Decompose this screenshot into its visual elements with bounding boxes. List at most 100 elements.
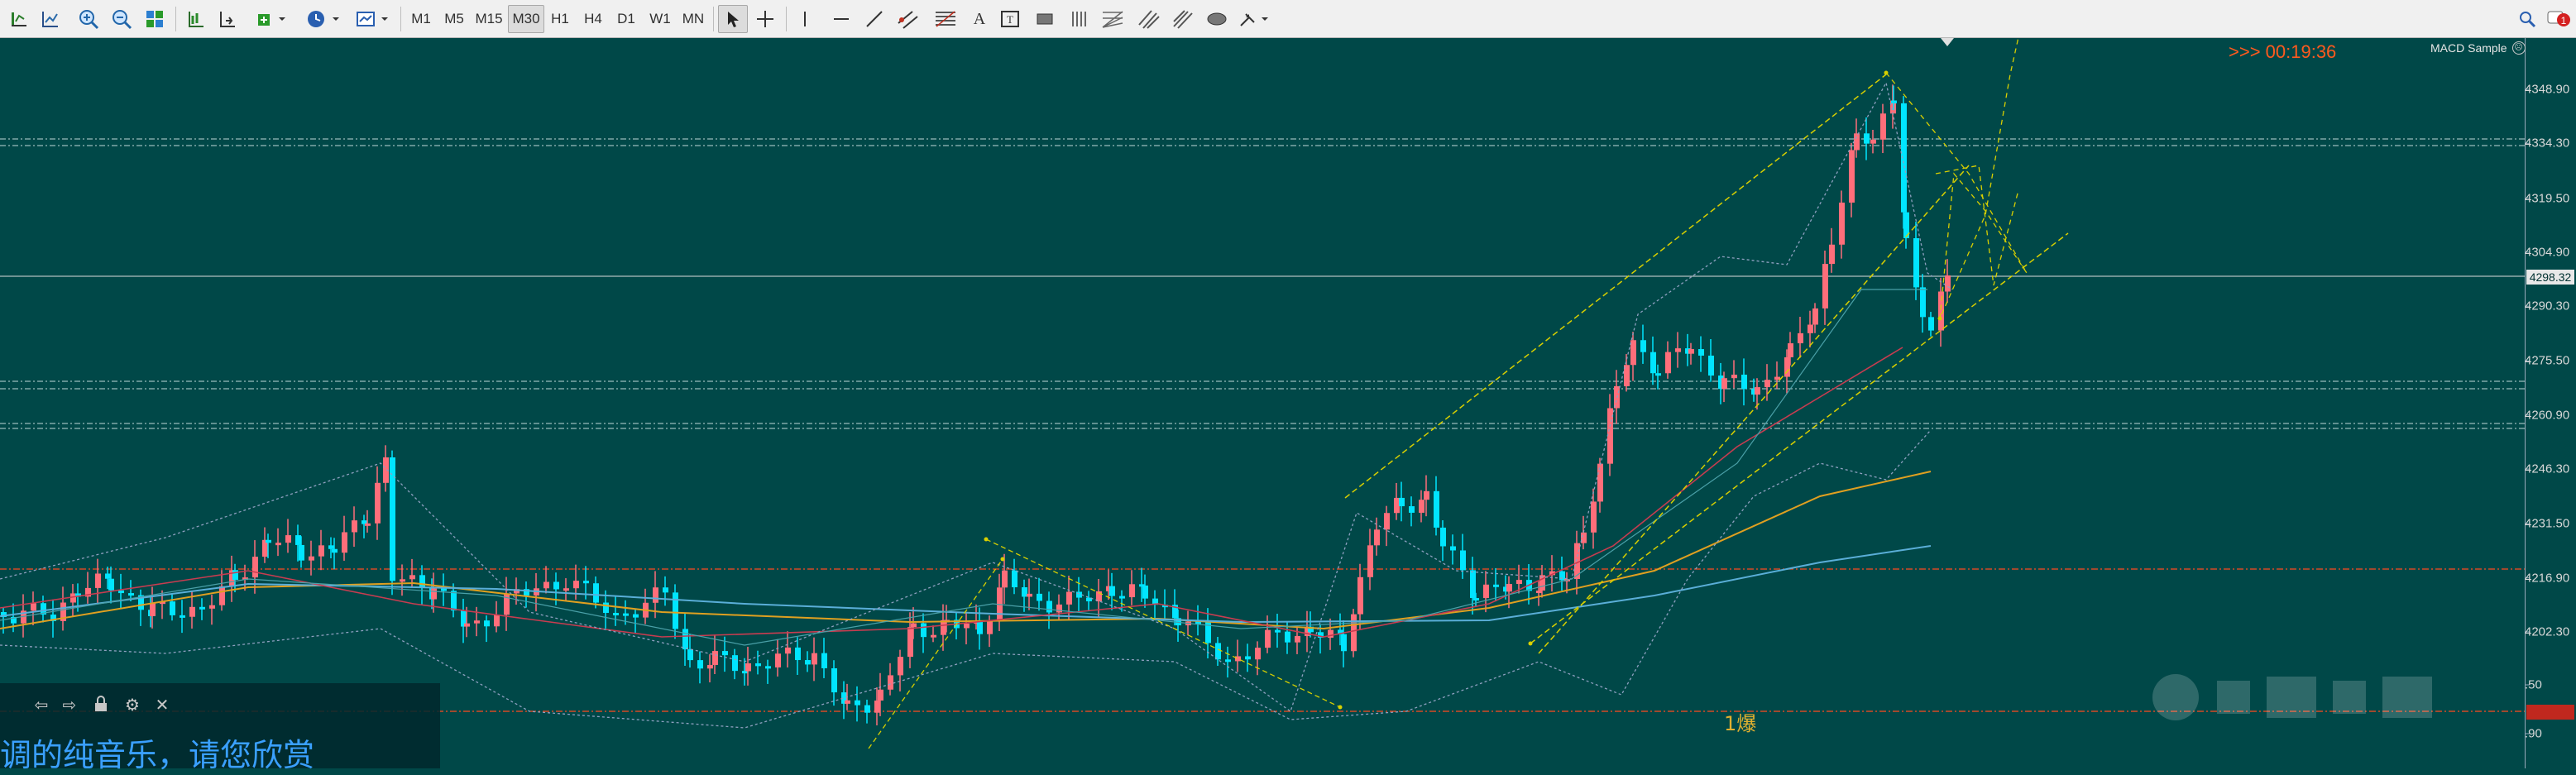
candle-body bbox=[765, 666, 771, 669]
candle-body bbox=[484, 620, 490, 627]
tile-windows-icon[interactable] bbox=[141, 5, 169, 33]
candle-body bbox=[1665, 352, 1671, 374]
fibonacci-fan-icon[interactable] bbox=[1097, 5, 1128, 33]
fibonacci-retracement-icon[interactable] bbox=[930, 5, 961, 33]
candle-body bbox=[318, 545, 324, 557]
ellipse-icon[interactable] bbox=[1203, 5, 1231, 33]
indicators-dropdown[interactable] bbox=[253, 5, 291, 33]
expert-advisor-label[interactable]: MACD Sample ☹ bbox=[2430, 41, 2526, 55]
templates-dropdown[interactable] bbox=[352, 5, 394, 33]
new-chart-icon[interactable] bbox=[5, 5, 33, 33]
candle-body bbox=[795, 647, 801, 661]
trendline-icon[interactable] bbox=[860, 5, 888, 33]
vertical-line-icon[interactable] bbox=[792, 5, 817, 33]
price-label: 4290.30 bbox=[2525, 299, 2570, 313]
candle-body bbox=[1630, 340, 1636, 366]
candle-body bbox=[663, 587, 668, 593]
candle-body bbox=[1012, 570, 1017, 588]
pattern-point bbox=[1528, 641, 1533, 646]
timeframe-m30[interactable]: M30 bbox=[508, 5, 544, 33]
timeframe-h1[interactable]: H1 bbox=[546, 5, 574, 33]
candle-body bbox=[1357, 576, 1363, 615]
candle-body bbox=[451, 591, 457, 611]
candle-body bbox=[785, 647, 791, 654]
candle-body bbox=[252, 557, 258, 578]
search-icon[interactable] bbox=[2515, 5, 2540, 33]
timeframe-m15[interactable]: M15 bbox=[472, 5, 506, 33]
candle-body bbox=[755, 663, 761, 667]
candle-body bbox=[219, 586, 225, 605]
candle-body bbox=[1002, 570, 1008, 588]
svg-text:1: 1 bbox=[2561, 15, 2567, 26]
next-icon[interactable]: ⇨ bbox=[60, 695, 79, 715]
cycle-lines-icon[interactable] bbox=[1065, 5, 1094, 33]
gann-fan-icon[interactable] bbox=[1168, 5, 1198, 33]
candle-body bbox=[150, 603, 156, 616]
auto-scroll-icon[interactable] bbox=[213, 5, 242, 33]
candle-body bbox=[888, 675, 893, 690]
candle-body bbox=[1215, 643, 1221, 660]
trendline-channel-mid bbox=[1538, 165, 1970, 654]
line-chart-icon[interactable] bbox=[36, 5, 65, 33]
timeframe-h4[interactable]: H4 bbox=[579, 5, 607, 33]
timeframe-w1[interactable]: W1 bbox=[645, 5, 675, 33]
candle-body bbox=[845, 700, 850, 704]
moving-average-long bbox=[0, 545, 1932, 624]
close-icon[interactable]: ✕ bbox=[152, 695, 172, 715]
candle-body bbox=[400, 579, 405, 582]
chart-shift-icon[interactable] bbox=[182, 5, 210, 33]
candle-body bbox=[1255, 648, 1261, 660]
candle-body bbox=[1640, 340, 1646, 352]
music-player-overlay: ⇦ ⇨ ⚙ ✕ 调的纯音乐，请您欣赏 bbox=[0, 683, 440, 773]
candle-body bbox=[209, 605, 215, 609]
timeframe-m5[interactable]: M5 bbox=[440, 5, 468, 33]
chart-canvas[interactable] bbox=[0, 38, 2576, 768]
ea-status-icon: ☹ bbox=[2511, 41, 2526, 55]
candle-body bbox=[1920, 287, 1926, 318]
candle-body bbox=[105, 573, 111, 579]
candle-body bbox=[409, 575, 415, 580]
candle-body bbox=[1788, 343, 1793, 357]
cursor-icon[interactable] bbox=[718, 5, 748, 33]
candle-body bbox=[365, 523, 371, 526]
price-label: 4348.90 bbox=[2525, 82, 2570, 97]
timeframe-d1[interactable]: D1 bbox=[612, 5, 640, 33]
zoom-in-icon[interactable] bbox=[74, 5, 103, 33]
candle-body bbox=[1708, 355, 1714, 376]
price-chart[interactable] bbox=[0, 38, 2576, 768]
horizontal-line-icon[interactable] bbox=[827, 5, 855, 33]
candle-body bbox=[342, 532, 347, 553]
arrows-dropdown[interactable] bbox=[1236, 5, 1274, 33]
candle-body bbox=[1655, 373, 1661, 376]
timeframe-mn[interactable]: MN bbox=[678, 5, 708, 33]
candle-body bbox=[1650, 352, 1656, 374]
candle-body bbox=[1046, 600, 1052, 613]
candle-body bbox=[1460, 550, 1466, 571]
candle-body bbox=[1285, 631, 1290, 643]
candle-body bbox=[180, 615, 185, 618]
periodicity-dropdown[interactable] bbox=[301, 5, 347, 33]
notifications-icon[interactable]: 1 bbox=[2545, 5, 2573, 33]
text-label-glyph: T bbox=[1007, 13, 1013, 26]
andrews-pitchfork-icon[interactable] bbox=[1133, 5, 1163, 33]
candle-body bbox=[593, 583, 599, 603]
settings-icon[interactable]: ⚙ bbox=[122, 695, 142, 715]
rectangle-icon[interactable] bbox=[1031, 5, 1059, 33]
lock-icon[interactable] bbox=[91, 695, 111, 715]
equidistant-channel-icon[interactable] bbox=[892, 5, 925, 33]
candle-body bbox=[1688, 349, 1694, 354]
candle-body bbox=[831, 667, 837, 693]
crosshair-icon[interactable] bbox=[751, 5, 779, 33]
price-label: 4319.50 bbox=[2525, 191, 2570, 206]
candle-body bbox=[1913, 238, 1919, 288]
candle-body bbox=[1265, 629, 1271, 648]
candle-body bbox=[1945, 275, 1951, 292]
candle-body bbox=[285, 535, 291, 543]
zoom-out-icon[interactable] bbox=[108, 5, 136, 33]
timeframe-m1[interactable]: M1 bbox=[407, 5, 435, 33]
candle-body bbox=[1854, 133, 1860, 151]
previous-icon[interactable]: ⇦ bbox=[31, 695, 51, 715]
price-label: 4246.30 bbox=[2525, 462, 2570, 476]
text-tool[interactable]: A bbox=[966, 5, 993, 33]
text-label-tool[interactable]: T bbox=[996, 5, 1024, 33]
